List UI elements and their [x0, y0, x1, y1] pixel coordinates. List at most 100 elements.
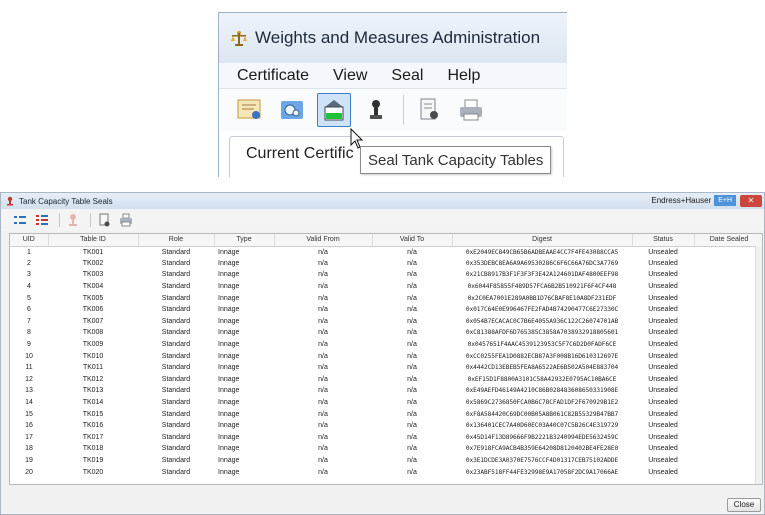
table-row[interactable]: 10 TK010 Standard Innage n/a n/a 0xCC0255FEA1D…: [10, 350, 762, 362]
toolbar-tooltip: Seal Tank Capacity Tables: [360, 146, 552, 174]
table-cell: 0x054B7ECACAC0C7B6E4055A936C122C26074701…: [465, 317, 619, 325]
table-row[interactable]: 14 TK014 Standard Innage n/a n/a 0x5869C273685…: [10, 397, 762, 409]
table-cell: Innage: [218, 294, 240, 302]
seal-button[interactable]: [64, 212, 82, 228]
print-button[interactable]: [454, 93, 488, 127]
tank-table-seal-icon: [324, 100, 344, 121]
table-cell: Innage: [218, 422, 240, 430]
table-row[interactable]: 13 TK013 Standard Innage n/a n/a 0xE49AEFD4614…: [10, 385, 762, 397]
table-cell: 8: [27, 329, 31, 337]
table-cell: Standard: [161, 387, 191, 395]
report-icon: [99, 213, 110, 227]
close-button[interactable]: Close: [727, 498, 761, 512]
expand-all-button[interactable]: [11, 212, 29, 228]
col-header-uid[interactable]: UID: [10, 234, 49, 247]
table-cell: n/a: [318, 456, 328, 464]
print-button[interactable]: [117, 212, 135, 228]
menu-help[interactable]: Help: [447, 67, 480, 85]
table-cell: Innage: [218, 317, 240, 325]
table-cell: 16: [25, 422, 33, 430]
table-row[interactable]: 12 TK012 Standard Innage n/a n/a 0xEF15D1F8800…: [10, 374, 762, 386]
table-cell: [694, 432, 762, 444]
table-row[interactable]: 4 TK004 Standard Innage n/a n/a 0x6044F85855F4…: [10, 281, 762, 293]
table-row[interactable]: 7 TK007 Standard Innage n/a n/a 0x054B7ECACAC0…: [10, 316, 762, 328]
seal-tank-tables-button[interactable]: [317, 93, 351, 127]
table-cell: Innage: [218, 271, 240, 279]
table-cell: 2: [27, 259, 31, 267]
col-header-digest[interactable]: Digest: [452, 234, 633, 247]
main-titlebar: Weights and Measures Administration: [219, 13, 567, 63]
table-cell: n/a: [318, 259, 328, 267]
col-header-date-sealed[interactable]: Date Sealed: [694, 234, 762, 247]
table-cell: n/a: [318, 248, 328, 256]
brand-name: Endress+Hauser: [651, 196, 712, 205]
table-cell: Standard: [161, 422, 191, 430]
table-row[interactable]: 5 TK005 Standard Innage n/a n/a 0x2C0EA7001E28…: [10, 292, 762, 304]
table-row[interactable]: 18 TK018 Standard Innage n/a n/a 0x7E918FCA9AC…: [10, 443, 762, 455]
col-header-role[interactable]: Role: [138, 234, 215, 247]
table-row[interactable]: 19 TK019 Standard Innage n/a n/a 0x3E1DCDE3A03…: [10, 455, 762, 467]
table-cell: n/a: [318, 329, 328, 337]
table-row[interactable]: 8 TK008 Standard Innage n/a n/a 0xC81388AFDF6D…: [10, 327, 762, 339]
vertical-scrollbar[interactable]: [755, 246, 762, 484]
table-row[interactable]: 20 TK020 Standard Innage n/a n/a 0x23ABF518FF4…: [10, 466, 762, 478]
table-cell: [694, 316, 762, 328]
table-row[interactable]: 11 TK011 Standard Innage n/a n/a 0x4442CD13EBE…: [10, 362, 762, 374]
tank-seal-table[interactable]: UID Table ID Role Type Valid From Valid …: [9, 233, 763, 485]
table-row[interactable]: 17 TK017 Standard Innage n/a n/a 0x45D14F13D89…: [10, 432, 762, 444]
table-cell: 0x4442CD13EBEB5FEA8A6522AE6B502A504E8837…: [465, 364, 619, 372]
table-row[interactable]: 15 TK015 Standard Innage n/a n/a 0xF8A584420C6…: [10, 408, 762, 420]
menu-certificate[interactable]: Certificate: [237, 67, 309, 85]
table-cell: Standard: [161, 468, 191, 476]
table-cell: Innage: [218, 341, 240, 349]
table-cell: 0x0457651F4AAC4539123953C5F7C6D2D0FADF6C…: [467, 341, 617, 349]
table-cell: [694, 246, 762, 258]
table-cell: TK020: [82, 468, 104, 476]
table-cell: n/a: [407, 294, 417, 302]
table-cell: Unsealed: [648, 433, 678, 441]
table-cell: n/a: [318, 410, 328, 418]
table-cell: Innage: [218, 283, 240, 291]
table-cell: Standard: [161, 317, 191, 325]
report-icon: [420, 98, 438, 120]
table-cell: 0x353DEBC8EA6A9A69530286C6F6C66A76DC3A77…: [465, 259, 619, 267]
table-row[interactable]: 16 TK016 Standard Innage n/a n/a 0x136401CEC7A…: [10, 420, 762, 432]
collapse-all-button[interactable]: [33, 212, 51, 228]
table-cell: Unsealed: [648, 375, 678, 383]
window-close-button[interactable]: ✕: [740, 195, 762, 207]
table-row[interactable]: 6 TK006 Standard Innage n/a n/a 0x017C64E0E996…: [10, 304, 762, 316]
report-button[interactable]: [412, 93, 446, 127]
table-row[interactable]: 3 TK003 Standard Innage n/a n/a 0x21CB8917B3F1…: [10, 269, 762, 281]
table-cell: Innage: [218, 445, 240, 453]
table-cell: Innage: [218, 468, 240, 476]
table-cell: 0x6044F85855F489D57FCA6B2B510921F6F4CF44…: [467, 283, 617, 291]
table-cell: [694, 443, 762, 455]
stamp-button[interactable]: [359, 93, 393, 127]
col-header-status[interactable]: Status: [632, 234, 695, 247]
col-header-valid-to[interactable]: Valid To: [372, 234, 453, 247]
expand-all-icon: [14, 216, 26, 224]
menu-view[interactable]: View: [333, 67, 367, 85]
table-cell: 5: [27, 294, 31, 302]
menu-seal[interactable]: Seal: [391, 67, 423, 85]
table-cell: n/a: [318, 445, 328, 453]
table-cell: [694, 258, 762, 270]
table-cell: n/a: [318, 352, 328, 360]
table-cell: [694, 397, 762, 409]
seal-settings-button[interactable]: [275, 93, 309, 127]
table-cell: Innage: [218, 375, 240, 383]
col-header-valid-from[interactable]: Valid From: [274, 234, 373, 247]
table-row[interactable]: 1 TK001 Standard Innage n/a n/a 0xE2049EC849CB…: [10, 246, 762, 258]
table-cell: Unsealed: [648, 341, 678, 349]
report-button[interactable]: [95, 212, 113, 228]
table-cell: Unsealed: [648, 399, 678, 407]
col-header-table-id[interactable]: Table ID: [48, 234, 139, 247]
table-row[interactable]: 2 TK002 Standard Innage n/a n/a 0x353DEBC8EA6A…: [10, 258, 762, 270]
table-cell: n/a: [407, 445, 417, 453]
table-cell: 0x017C64E0E996467FE2FAD4B74290477C6E2733…: [465, 306, 619, 314]
table-row[interactable]: 9 TK009 Standard Innage n/a n/a 0x0457651F4AAC…: [10, 339, 762, 351]
col-header-type[interactable]: Type: [214, 234, 275, 247]
certificate-button[interactable]: [233, 93, 267, 127]
table-cell: 6: [27, 306, 31, 314]
toolbar-separator: [403, 95, 404, 125]
